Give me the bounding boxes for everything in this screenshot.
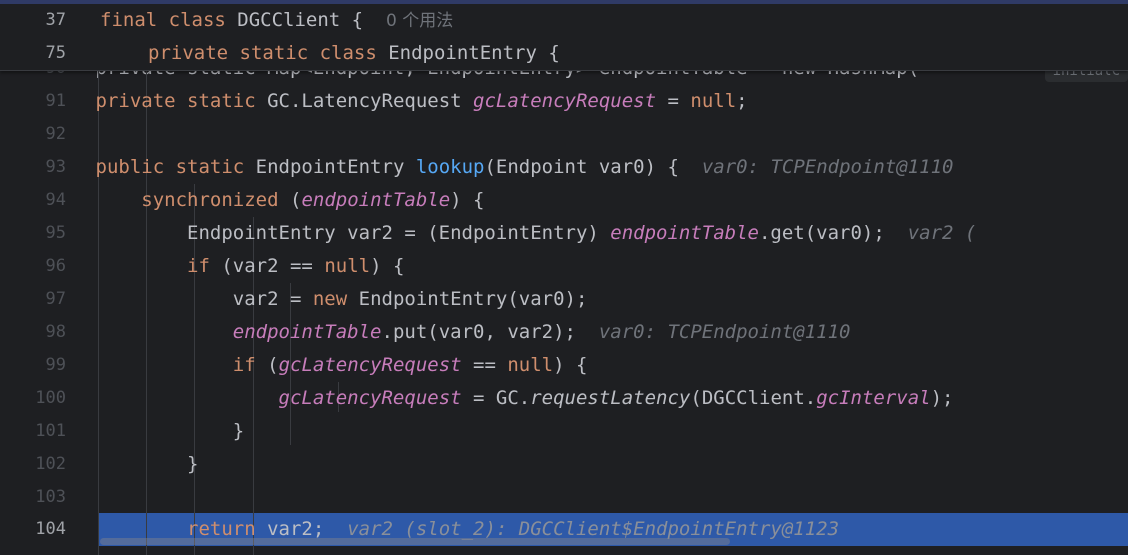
debug-value-hint: var0: TCPEndpoint@1110 [701,156,954,178]
code-line-96[interactable]: 96 if (var2 == null) { [0,250,1128,283]
code-text: private static GC.LatencyRequest gcLaten… [4,90,748,112]
code-text: private static class EndpointEntry { [148,42,560,64]
code-line-95[interactable]: 95 EndpointEntry var2 = (EndpointEntry) … [0,217,1128,250]
code-line-91[interactable]: 91 private static GC.LatencyRequest gcLa… [0,85,1128,118]
code-text: public static EndpointEntry lookup(Endpo… [4,156,954,178]
horizontal-scrollbar[interactable] [100,538,730,545]
line-number: 37 [45,10,66,30]
code-line-103[interactable]: 103 [0,481,1128,514]
code-editor[interactable]: 37 final class DGCClient { 0 个用法 75 priv… [0,4,1128,555]
code-text: endpointTable.put(var0, var2); var0: TCP… [232,321,851,343]
code-line-92[interactable]: 92 [0,118,1128,151]
code-line-101[interactable]: 101 } [0,415,1128,448]
sticky-line-class-endpointentry[interactable]: 75 private static class EndpointEntry { [0,37,1128,70]
code-text: final class DGCClient { 0 个用法 [100,9,454,31]
code-line-100[interactable]: 100 gcLatencyRequest = GC.requestLatency… [0,382,1128,415]
code-line-93[interactable]: 93 public static EndpointEntry lookup(En… [0,151,1128,184]
code-text: var2 = new EndpointEntry(var0); [4,288,588,310]
code-text: EndpointEntry var2 = (EndpointEntry) end… [4,222,977,244]
code-text: if (var2 == null) { [187,255,405,277]
sticky-line-class-dgcclient[interactable]: 37 final class DGCClient { 0 个用法 [0,4,1128,37]
code-line-99[interactable]: 99 if (gcLatencyRequest == null) { [0,349,1128,382]
line-number: 75 [45,43,66,63]
code-text: } [4,420,245,442]
debug-value-hint: var2 (slot_2): DGCClient$EndpointEntry@1… [347,518,840,540]
code-line-98[interactable]: 98 endpointTable.put(var0, var2); var0: … [0,316,1128,349]
debug-value-hint: var0: TCPEndpoint@1110 [598,321,851,343]
code-line-102[interactable]: 102 } [0,448,1128,481]
code-line-94[interactable]: 94 synchronized (endpointTable) { [0,184,1128,217]
code-line-97[interactable]: 97 var2 = new EndpointEntry(var0); [0,283,1128,316]
code-text: if (gcLatencyRequest == null) { [232,354,588,376]
code-text: synchronized (endpointTable) { [4,189,485,211]
code-text: } [4,453,199,475]
code-text: gcLatencyRequest = GC.requestLatency(DGC… [278,387,954,409]
debug-value-hint: var2 ( [907,222,977,244]
usages-count: 0 个用法 [386,11,454,31]
line-number: 103 [35,487,66,507]
sticky-scroll-header[interactable]: 37 final class DGCClient { 0 个用法 75 priv… [0,4,1128,71]
